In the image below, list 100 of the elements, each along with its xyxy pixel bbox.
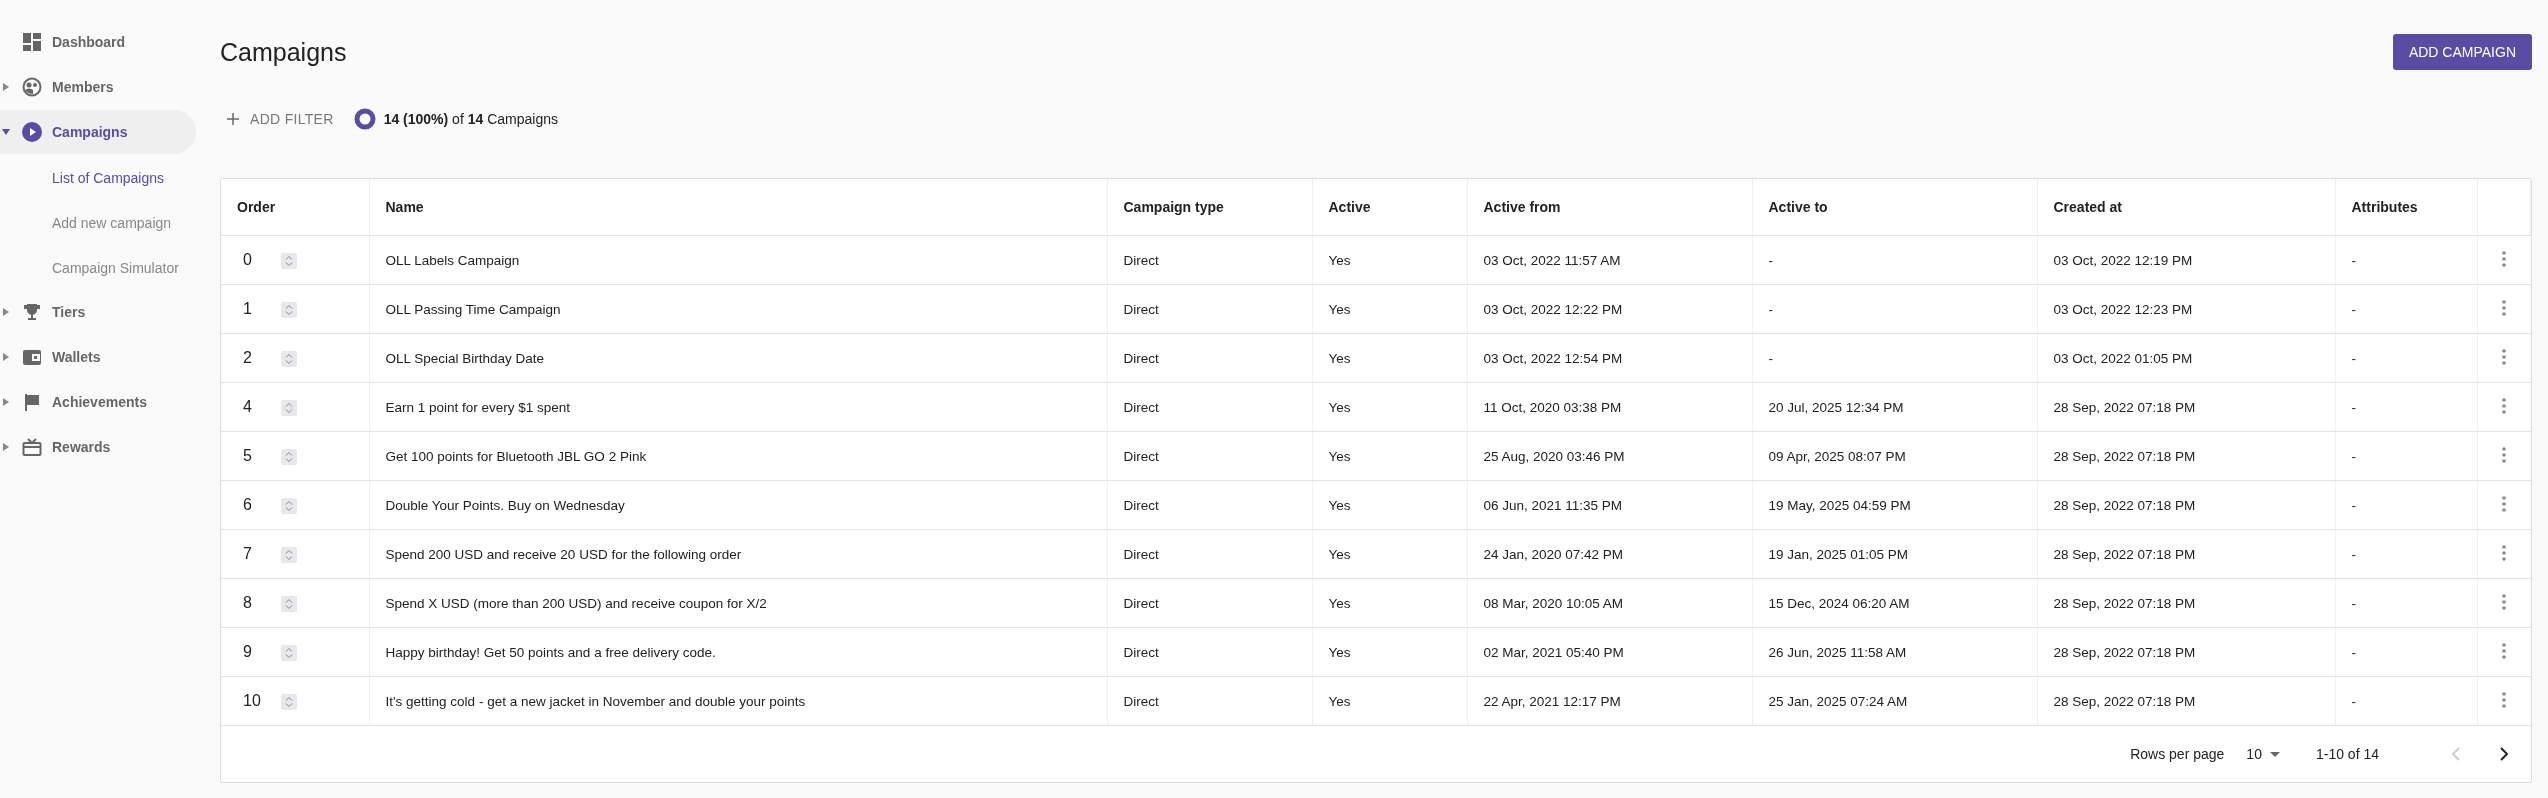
page-range: 1-10 of 14 xyxy=(2315,746,2379,762)
table-cell: Happy birthday! Get 50 points and a free delivery code. xyxy=(369,627,1107,677)
page-title: Campaigns xyxy=(220,37,347,67)
table-cell: Direct xyxy=(1107,431,1312,481)
nav-item[interactable]: Achievements xyxy=(0,380,196,424)
rows-per-page-select[interactable]: 10 xyxy=(2240,745,2286,763)
table-cell: 09 Apr, 2025 08:07 PM xyxy=(1752,431,2037,481)
order-value: 8 xyxy=(243,593,253,612)
order-stepper[interactable] xyxy=(280,351,297,368)
table-cell: Direct xyxy=(1107,235,1312,285)
order-stepper[interactable] xyxy=(280,302,297,319)
order-value: 10 xyxy=(243,691,262,710)
table-cell: Direct xyxy=(1107,529,1312,579)
table-cell: 03 Oct, 2022 12:54 PM xyxy=(1467,333,1752,383)
table-cell: 28 Sep, 2022 07:18 PM xyxy=(2037,382,2335,432)
table-cell: - xyxy=(1752,284,2037,334)
more-options-icon xyxy=(2502,348,2506,365)
table-cell: Yes xyxy=(1312,529,1467,579)
table-cell: 19 May, 2025 04:59 PM xyxy=(1752,480,2037,530)
trophy-icon xyxy=(22,302,42,322)
order-value: 7 xyxy=(243,544,253,563)
column-header: Active xyxy=(1312,179,1467,236)
nav-subitem[interactable]: List of Campaigns xyxy=(0,155,200,200)
order-stepper[interactable] xyxy=(280,253,297,270)
table-cell: - xyxy=(2335,333,2477,383)
table-cell: Direct xyxy=(1107,676,1312,726)
add-campaign-button[interactable]: ADD CAMPAIGN xyxy=(2392,34,2532,70)
table-cell: Earn 1 point for every $1 spent xyxy=(369,382,1107,432)
table-cell: 08 Mar, 2020 10:05 AM xyxy=(1467,578,1752,628)
table-cell: - xyxy=(2335,431,2477,481)
table-cell: - xyxy=(2335,627,2477,677)
more-options-icon xyxy=(2502,250,2506,267)
up-down-chevron-icon xyxy=(284,451,293,464)
gift-icon xyxy=(22,437,42,457)
table-cell: 03 Oct, 2022 12:23 PM xyxy=(2037,284,2335,334)
table-cell: 03 Oct, 2022 12:22 PM xyxy=(1467,284,1752,334)
order-value: 9 xyxy=(243,642,253,661)
table-cell: Yes xyxy=(1312,676,1467,726)
flag-icon xyxy=(22,392,42,412)
table-cell: 28 Sep, 2022 07:18 PM xyxy=(2037,431,2335,481)
rows-per-page-label: Rows per page xyxy=(2130,746,2225,762)
order-stepper[interactable] xyxy=(280,400,297,417)
order-stepper[interactable] xyxy=(280,498,297,515)
more-options-icon xyxy=(2502,495,2506,512)
table-cell: Spend 200 USD and receive 20 USD for the following order xyxy=(369,529,1107,579)
table-cell: 25 Jan, 2025 07:24 AM xyxy=(1752,676,2037,726)
up-down-chevron-icon xyxy=(284,696,293,709)
more-options-icon xyxy=(2502,593,2506,610)
table-cell: Direct xyxy=(1107,480,1312,530)
add-filter-button[interactable]: ADD FILTER xyxy=(220,104,342,134)
dashboard-icon xyxy=(22,32,42,52)
chevron-left-icon xyxy=(2451,746,2461,762)
order-stepper[interactable] xyxy=(280,645,297,662)
nav-item[interactable]: Wallets xyxy=(0,335,196,379)
nav-subitem[interactable]: Add new campaign xyxy=(0,200,200,245)
more-options-icon xyxy=(2502,397,2506,414)
more-options-icon xyxy=(2502,299,2506,316)
table-cell: - xyxy=(2335,676,2477,726)
nav-item[interactable]: Dashboard xyxy=(0,20,196,64)
table-cell: 06 Jun, 2021 11:35 PM xyxy=(1467,480,1752,530)
table-cell: 19 Jan, 2025 01:05 PM xyxy=(1752,529,2037,579)
more-options-icon xyxy=(2502,446,2506,463)
nav-subitem[interactable]: Campaign Simulator xyxy=(0,245,200,290)
order-stepper[interactable] xyxy=(280,596,297,613)
table-cell: 28 Sep, 2022 07:18 PM xyxy=(2037,529,2335,579)
table-cell: Direct xyxy=(1107,578,1312,628)
order-stepper[interactable] xyxy=(280,449,297,466)
order-stepper[interactable] xyxy=(280,547,297,564)
table-cell: Yes xyxy=(1312,627,1467,677)
table-cell: 28 Sep, 2022 07:18 PM xyxy=(2037,480,2335,530)
column-header: Created at xyxy=(2037,179,2335,236)
table-cell: Yes xyxy=(1312,431,1467,481)
order-value: 0 xyxy=(243,250,253,269)
table-cell: - xyxy=(1752,333,2037,383)
table-cell: Yes xyxy=(1312,382,1467,432)
plus-icon xyxy=(226,112,240,126)
nav-item[interactable]: Tiers xyxy=(0,290,196,334)
table-cell: Double Your Points. Buy on Wednesday xyxy=(369,480,1107,530)
order-value: 5 xyxy=(243,446,253,465)
nav-item[interactable]: Campaigns xyxy=(0,110,196,154)
table-cell: It's getting cold - get a new jacket in November and double your points xyxy=(369,676,1107,726)
nav-item[interactable]: Members xyxy=(0,65,196,109)
table-cell: - xyxy=(2335,529,2477,579)
table-cell: Yes xyxy=(1312,333,1467,383)
table-cell: - xyxy=(1752,235,2037,285)
table-cell: - xyxy=(2335,578,2477,628)
more-options-icon xyxy=(2502,642,2506,659)
up-down-chevron-icon xyxy=(284,598,293,611)
up-down-chevron-icon xyxy=(284,353,293,366)
table-cell: 03 Oct, 2022 11:57 AM xyxy=(1467,235,1752,285)
table-cell: Direct xyxy=(1107,382,1312,432)
table-cell: Yes xyxy=(1312,284,1467,334)
table-cell: Direct xyxy=(1107,627,1312,677)
table-cell: 22 Apr, 2021 12:17 PM xyxy=(1467,676,1752,726)
table-cell: Yes xyxy=(1312,578,1467,628)
table-cell: 20 Jul, 2025 12:34 PM xyxy=(1752,382,2037,432)
more-options-icon xyxy=(2502,544,2506,561)
table-cell: OLL Special Birthday Date xyxy=(369,333,1107,383)
nav-item[interactable]: Rewards xyxy=(0,425,196,469)
order-stepper[interactable] xyxy=(280,694,297,711)
